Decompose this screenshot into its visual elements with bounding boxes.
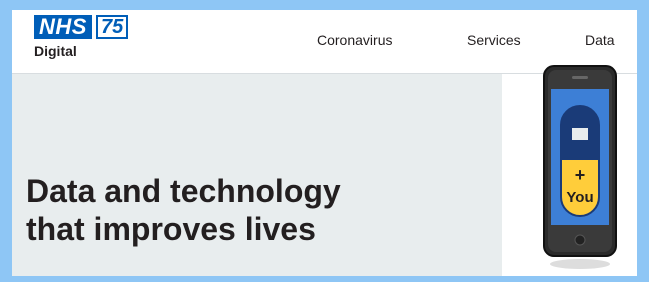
anniversary-badge: 75 [95,15,129,39]
hero-banner: Data and technology that improves lives [12,74,502,276]
phone-illustration-icon: + You [543,65,617,269]
phone-speaker [572,76,588,79]
nhs-crest-icon [572,128,588,140]
nav-item-data[interactable]: Data [585,32,615,48]
page: NHS 75 Digital Coronavirus Services Data… [12,10,637,276]
pill-label: You [566,189,593,206]
nhs-badge: NHS [34,15,92,39]
nhs-digital-logo[interactable]: NHS 75 Digital [34,15,184,67]
phone-home-button [574,234,586,246]
logo-subtitle: Digital [34,43,77,59]
hero-title-line-1: Data and technology [26,173,341,209]
hero-title-line-2: that improves lives [26,211,316,247]
nav-item-services[interactable]: Services [467,32,521,48]
hero-title: Data and technology that improves lives [26,172,496,248]
phone-reflection [550,259,610,269]
nav-item-coronavirus[interactable]: Coronavirus [317,32,392,48]
logo-top-row: NHS 75 [34,15,184,41]
pill-plus: + [575,165,586,185]
